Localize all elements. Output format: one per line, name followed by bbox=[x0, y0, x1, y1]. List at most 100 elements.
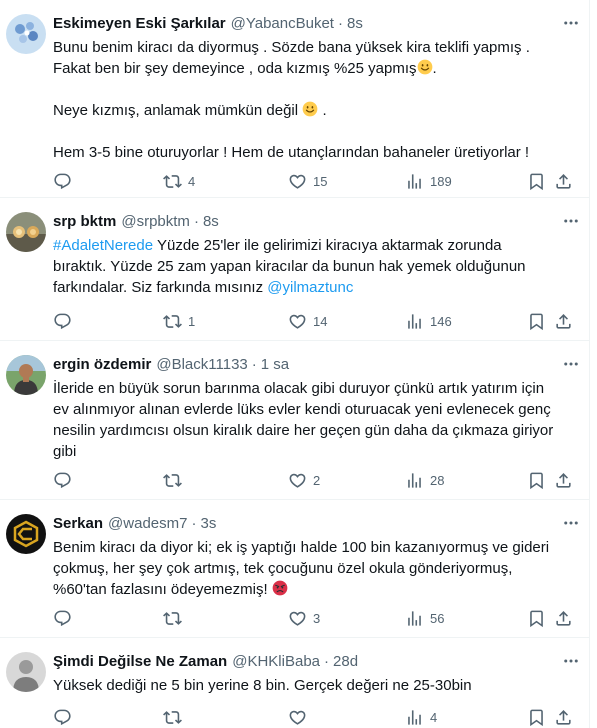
bookmark-icon bbox=[527, 609, 546, 628]
bookmark-icon bbox=[527, 471, 546, 490]
share-button[interactable] bbox=[554, 311, 573, 331]
tweet-2[interactable]: srp bktm @srpbktm · 8s #AdaletNerede Yüz… bbox=[0, 198, 589, 341]
reply-button[interactable] bbox=[53, 707, 78, 727]
views-button[interactable]: 189 bbox=[405, 171, 452, 191]
hashtag-link[interactable]: #AdaletNerede bbox=[53, 237, 153, 254]
retweet-button[interactable]: 4 bbox=[163, 171, 195, 191]
tweet-time[interactable]: 1 sa bbox=[261, 355, 289, 375]
reply-button[interactable] bbox=[53, 470, 78, 490]
retweet-icon bbox=[163, 609, 182, 628]
share-icon bbox=[554, 471, 573, 490]
separator-dot: · bbox=[337, 15, 343, 32]
avatar[interactable] bbox=[6, 514, 46, 554]
bookmark-button[interactable] bbox=[527, 707, 546, 727]
bookmark-button[interactable] bbox=[527, 470, 546, 490]
author-name[interactable]: ergin özdemir bbox=[53, 355, 151, 375]
views-icon bbox=[405, 471, 424, 490]
retweet-icon bbox=[163, 471, 182, 490]
views-button[interactable]: 4 bbox=[405, 707, 437, 727]
like-button[interactable] bbox=[288, 707, 313, 727]
author-handle[interactable]: @YabancBuket bbox=[231, 14, 334, 34]
author-handle[interactable]: @KHKliBaba bbox=[232, 652, 320, 672]
share-icon bbox=[554, 708, 573, 727]
avatar[interactable] bbox=[6, 14, 46, 54]
like-button[interactable]: 14 bbox=[288, 311, 327, 331]
share-button[interactable] bbox=[554, 707, 573, 727]
more-icon[interactable] bbox=[560, 353, 582, 375]
tweet-4[interactable]: Serkan @wadesm7 · 3s Benim kiracı da diy… bbox=[0, 500, 589, 638]
author-handle[interactable]: @Black11133 bbox=[156, 355, 247, 375]
retweet-button[interactable] bbox=[163, 470, 188, 490]
more-icon[interactable] bbox=[560, 12, 582, 34]
tweet-line: %60'tan fazlasını ödeyemezmiş! bbox=[53, 579, 578, 600]
author-name[interactable]: Serkan bbox=[53, 514, 103, 534]
separator-dot: · bbox=[251, 356, 257, 373]
more-icon[interactable] bbox=[560, 650, 582, 672]
author-handle[interactable]: @wadesm7 bbox=[108, 514, 187, 534]
tweet-1[interactable]: Eskimeyen Eski Şarkılar @YabancBuket · 8… bbox=[0, 0, 589, 198]
tweet-time[interactable]: 8s bbox=[347, 14, 363, 34]
tweet-3[interactable]: ergin özdemir @Black11133 · 1 sa İleride… bbox=[0, 341, 589, 500]
share-icon bbox=[554, 609, 573, 628]
retweet-button[interactable] bbox=[163, 707, 188, 727]
tweet-5[interactable]: Şimdi Değilse Ne Zaman @KHKliBaba · 28d … bbox=[0, 638, 590, 728]
tweet-header: Şimdi Değilse Ne Zaman @KHKliBaba · 28d bbox=[53, 652, 358, 672]
views-button[interactable]: 56 bbox=[405, 608, 444, 628]
tweet-header: Eskimeyen Eski Şarkılar @YabancBuket · 8… bbox=[53, 14, 363, 34]
tweet-time[interactable]: 8s bbox=[203, 212, 219, 232]
tweet-time[interactable]: 28d bbox=[333, 652, 358, 672]
tweet-line: gibi bbox=[53, 443, 77, 460]
share-icon bbox=[554, 312, 573, 331]
tweet-line: nesilin yardımcısı olsun kiralık daire h… bbox=[53, 422, 554, 439]
author-name[interactable]: Şimdi Değilse Ne Zaman bbox=[53, 652, 227, 672]
author-name[interactable]: srp bktm bbox=[53, 212, 116, 232]
mention-link[interactable]: @yilmaztunc bbox=[267, 279, 353, 296]
tweet-line: #AdaletNerede Yüzde 25'ler ile gelirimiz… bbox=[53, 237, 502, 254]
views-button[interactable]: 28 bbox=[405, 470, 444, 490]
avatar[interactable] bbox=[6, 355, 46, 395]
reply-icon bbox=[53, 172, 72, 191]
tweet-text: İleride en büyük sorun barınma olacak gi… bbox=[53, 378, 578, 462]
separator-dot: · bbox=[324, 653, 330, 670]
tweet-header: Serkan @wadesm7 · 3s bbox=[53, 514, 216, 534]
tweet-text: Benim kiracı da diyor ki; ek iş yaptığı … bbox=[53, 537, 578, 600]
tweet-text: #AdaletNerede Yüzde 25'ler ile gelirimiz… bbox=[53, 235, 578, 298]
tweet-text: Yüksek dediği ne 5 bin yerine 8 bin. Ger… bbox=[53, 675, 578, 696]
like-button[interactable]: 2 bbox=[288, 470, 320, 490]
smile-emoji bbox=[417, 59, 433, 75]
smile-emoji bbox=[302, 101, 318, 117]
reply-button[interactable] bbox=[53, 311, 78, 331]
tweet-time[interactable]: 3s bbox=[200, 514, 216, 534]
retweet-icon bbox=[163, 708, 182, 727]
share-button[interactable] bbox=[554, 171, 573, 191]
more-icon[interactable] bbox=[560, 210, 582, 232]
bookmark-button[interactable] bbox=[527, 608, 546, 628]
tweet-header: srp bktm @srpbktm · 8s bbox=[53, 212, 219, 232]
like-button[interactable]: 3 bbox=[288, 608, 320, 628]
bookmark-icon bbox=[527, 312, 546, 331]
tweet-line: Benim kiracı da diyor ki; ek iş yaptığı … bbox=[53, 539, 550, 556]
reply-button[interactable] bbox=[53, 608, 78, 628]
like-icon bbox=[288, 172, 307, 191]
reply-button[interactable] bbox=[53, 171, 78, 191]
author-name[interactable]: Eskimeyen Eski Şarkılar bbox=[53, 14, 226, 34]
tweet-header: ergin özdemir @Black11133 · 1 sa bbox=[53, 355, 289, 375]
avatar[interactable] bbox=[6, 652, 46, 692]
retweet-button[interactable]: 1 bbox=[163, 311, 195, 331]
retweet-button[interactable] bbox=[163, 608, 188, 628]
tweet-line: Hem 3-5 bine oturuyorlar ! Hem de utançl… bbox=[53, 144, 530, 161]
like-icon bbox=[288, 471, 307, 490]
more-icon[interactable] bbox=[560, 512, 582, 534]
bookmark-button[interactable] bbox=[527, 311, 546, 331]
avatar[interactable] bbox=[6, 212, 46, 252]
views-button[interactable]: 146 bbox=[405, 311, 452, 331]
author-handle[interactable]: @srpbktm bbox=[121, 212, 190, 232]
action-bar: 3 56 bbox=[53, 608, 578, 628]
share-icon bbox=[554, 172, 573, 191]
share-button[interactable] bbox=[554, 470, 573, 490]
views-icon bbox=[405, 609, 424, 628]
tweet-text: Bunu benim kiracı da diyormuş . Sözde ba… bbox=[53, 37, 578, 163]
like-button[interactable]: 15 bbox=[288, 171, 327, 191]
bookmark-button[interactable] bbox=[527, 171, 546, 191]
share-button[interactable] bbox=[554, 608, 573, 628]
